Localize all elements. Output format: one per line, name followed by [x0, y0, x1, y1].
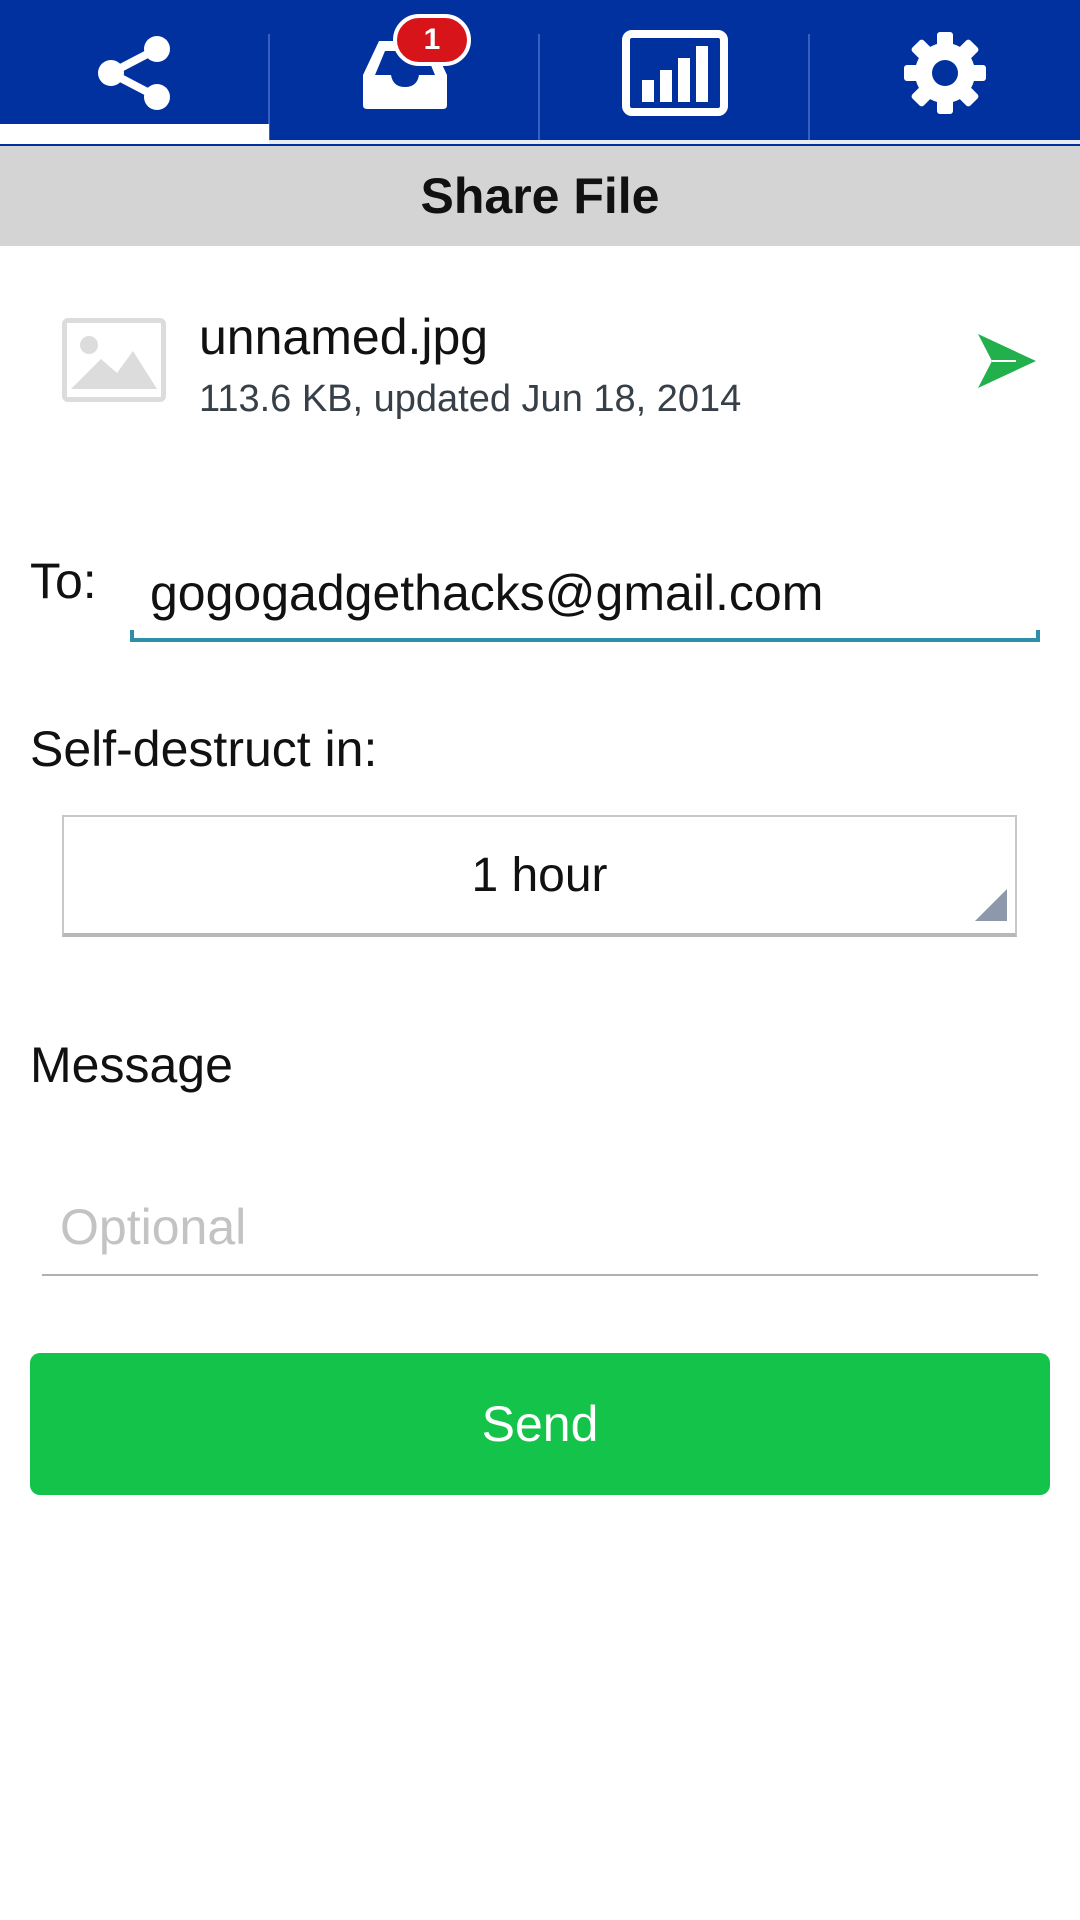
to-field-underline: [130, 630, 1040, 642]
tab-divider-line: [269, 140, 1080, 144]
title-bar: Share File: [0, 146, 1080, 246]
to-field-value[interactable]: gogogadgethacks@gmail.com: [150, 564, 823, 622]
tab-settings[interactable]: [810, 0, 1080, 146]
to-label: To:: [30, 553, 97, 609]
gear-icon: [902, 30, 988, 116]
self-destruct-value: 1 hour: [471, 848, 608, 902]
message-label: Message: [30, 1037, 233, 1093]
image-placeholder-icon: [62, 318, 166, 402]
self-destruct-label: Self-destruct in:: [30, 721, 378, 777]
send-button[interactable]: Send: [30, 1353, 1050, 1495]
notification-badge: 1: [393, 14, 471, 66]
message-input[interactable]: [42, 1180, 1038, 1276]
tab-bar: 1: [0, 0, 1080, 146]
page-title: Share File: [420, 168, 660, 224]
send-arrow-icon[interactable]: [976, 330, 1038, 392]
file-meta: 113.6 KB, updated Jun 18, 2014: [199, 378, 742, 420]
file-name: unnamed.jpg: [199, 309, 489, 365]
dropdown-corner-icon: [975, 889, 1007, 921]
file-row: unnamed.jpg 113.6 KB, updated Jun 18, 20…: [0, 280, 1080, 440]
tab-inbox[interactable]: 1: [270, 0, 539, 146]
tab-stats[interactable]: [540, 0, 809, 146]
active-tab-indicator: [0, 124, 269, 144]
self-destruct-select[interactable]: 1 hour: [62, 815, 1017, 937]
bar-chart-icon: [621, 30, 728, 116]
share-icon: [95, 33, 175, 113]
